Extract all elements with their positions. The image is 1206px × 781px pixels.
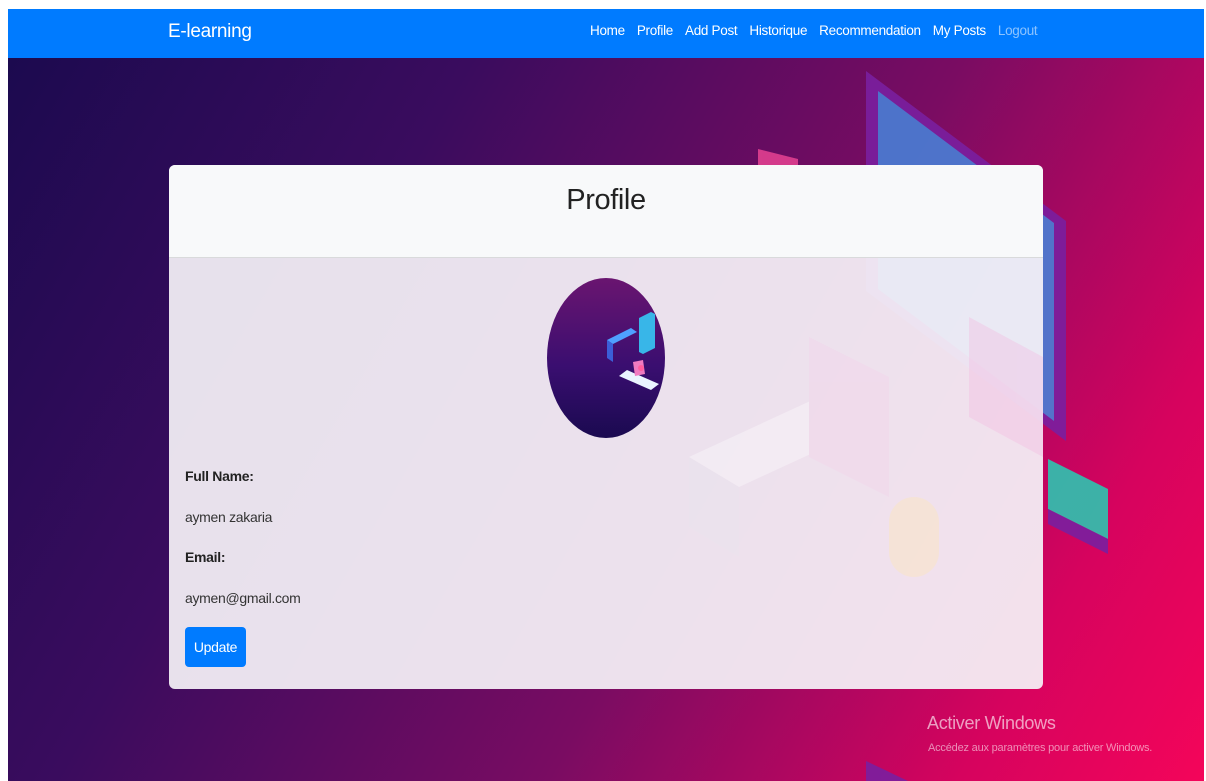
brand-logo[interactable]: E-learning (168, 21, 252, 43)
nav-add-post[interactable]: Add Post (685, 23, 738, 38)
navbar: E-learning Home Profile Add Post Histori… (8, 9, 1204, 58)
update-button[interactable]: Update (185, 627, 246, 667)
full-name-value: aymen zakaria (185, 509, 273, 525)
nav-logout[interactable]: Logout (998, 23, 1038, 38)
nav-my-posts[interactable]: My Posts (933, 23, 986, 38)
email-value: aymen@gmail.com (185, 590, 301, 606)
card-header: Profile (169, 165, 1043, 258)
full-name-label: Full Name: (185, 468, 254, 484)
nav-links: Home Profile Add Post Historique Recomme… (590, 23, 1038, 38)
windows-watermark-subtitle: Accédez aux paramètres pour activer Wind… (928, 742, 1153, 754)
nav-historique[interactable]: Historique (749, 23, 807, 38)
nav-recommendation[interactable]: Recommendation (819, 23, 921, 38)
avatar (547, 278, 665, 438)
windows-watermark-title: Activer Windows (927, 713, 1056, 733)
page-title: Profile (566, 184, 646, 216)
nav-profile[interactable]: Profile (637, 23, 673, 38)
nav-home[interactable]: Home (590, 23, 625, 38)
profile-card: Profile Full Name: aymen zakaria Email: … (169, 165, 1043, 689)
page-frame: E-learning Home Profile Add Post Histori… (8, 9, 1204, 781)
email-label: Email: (185, 549, 226, 565)
